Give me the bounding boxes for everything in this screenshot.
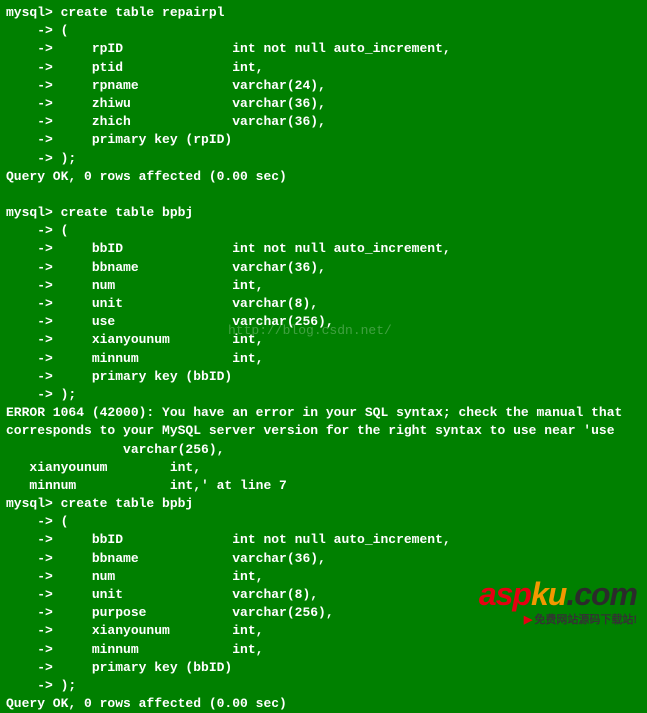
terminal-line: -> ( [6,22,641,40]
terminal-line: -> bbname varchar(36), [6,259,641,277]
terminal-line: -> primary key (bbID) [6,368,641,386]
terminal-line: corresponds to your MySQL server version… [6,422,641,440]
terminal-line: Query OK, 0 rows affected (0.00 sec) [6,695,641,713]
terminal-line: -> rpname varchar(24), [6,77,641,95]
terminal-line: -> xianyounum int, [6,331,641,349]
terminal-line: -> primary key (bbID) [6,659,641,677]
terminal-line: xianyounum int, [6,459,641,477]
terminal-line: -> ( [6,222,641,240]
logo-part-asp: asp [479,576,531,612]
terminal-line: -> rpID int not null auto_increment, [6,40,641,58]
terminal-line: mysql> create table bpbj [6,495,641,513]
terminal-line: ERROR 1064 (42000): You have an error in… [6,404,641,422]
terminal-line: -> zhich varchar(36), [6,113,641,131]
terminal-line: mysql> create table repairpl [6,4,641,22]
terminal-line: varchar(256), [6,441,641,459]
terminal-line: -> minnum int, [6,641,641,659]
terminal-line: -> ptid int, [6,59,641,77]
terminal-line: -> ); [6,386,641,404]
terminal-line: -> bbID int not null auto_increment, [6,240,641,258]
terminal-line: -> num int, [6,277,641,295]
terminal-line: -> bbname varchar(36), [6,550,641,568]
arrow-icon: ▶ [524,614,532,626]
terminal-line: -> ); [6,677,641,695]
logo-part-dotcom: .com [566,576,637,612]
terminal-line: -> minnum int, [6,350,641,368]
terminal-line: -> zhiwu varchar(36), [6,95,641,113]
terminal-line: -> use varchar(256), [6,313,641,331]
logo-main-text: aspku.com [479,572,637,617]
terminal-line: -> ( [6,513,641,531]
terminal-line: Query OK, 0 rows affected (0.00 sec) [6,168,641,186]
site-logo: aspku.com ▶免费网站源码下载站! [479,572,637,628]
terminal-line: -> unit varchar(8), [6,295,641,313]
terminal-line: minnum int,' at line 7 [6,477,641,495]
logo-subtitle-text: 免费网站源码下载站! [534,614,637,626]
terminal-line: -> bbID int not null auto_increment, [6,531,641,549]
terminal-line: -> ); [6,150,641,168]
logo-part-ku: ku [531,576,566,612]
terminal-line [6,186,641,204]
terminal-line: -> primary key (rpID) [6,131,641,149]
terminal-line: mysql> create table bpbj [6,204,641,222]
